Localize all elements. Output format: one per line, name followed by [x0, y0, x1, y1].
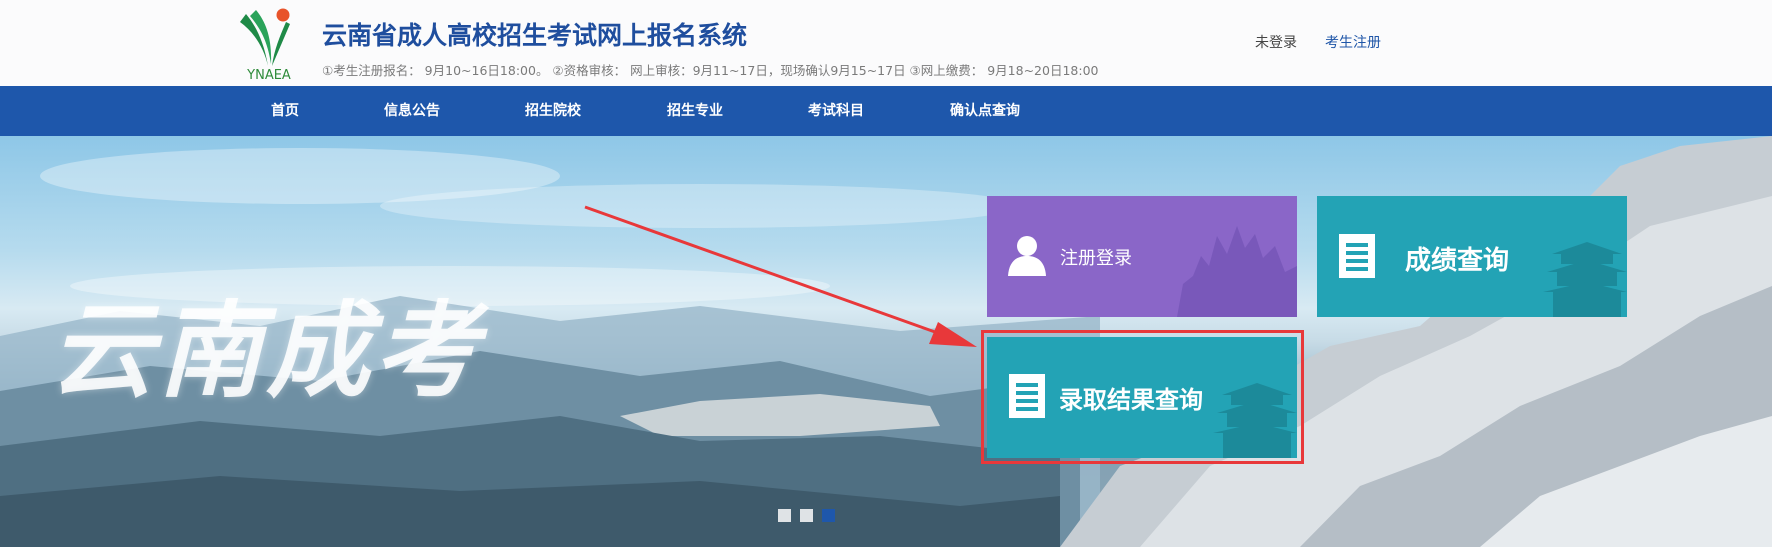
nav-item-institutions[interactable]: 招生院校 — [525, 86, 581, 136]
nav-item-subjects[interactable]: 考试科目 — [808, 86, 864, 136]
carousel-dot-1[interactable] — [778, 509, 791, 522]
ynaea-logo[interactable]: YNAEA — [234, 4, 304, 84]
score-query-tile[interactable]: 成绩查询 — [1317, 196, 1627, 317]
score-query-label: 成绩查询 — [1405, 246, 1510, 276]
nav-item-confirm-points[interactable]: 确认点查询 — [950, 86, 1020, 136]
logo-text: YNAEA — [247, 68, 291, 83]
main-nav: 首页 信息公告 招生院校 招生专业 考试科目 确认点查询 — [0, 86, 1772, 136]
user-icon — [1008, 236, 1046, 276]
login-status: 未登录 — [1255, 35, 1297, 51]
document-icon — [1339, 234, 1375, 278]
register-login-label: 注册登录 — [1060, 248, 1132, 269]
site-title: 云南省成人高校招生考试网上报名系统 — [322, 21, 748, 50]
site-header: YNAEA 云南省成人高校招生考试网上报名系统 ①考生注册报名： 9月10~16… — [0, 0, 1772, 86]
nav-item-home[interactable]: 首页 — [271, 86, 299, 136]
schedule-notice: ①考生注册报名： 9月10~16日18:00。 ②资格审核： 网上审核：9月11… — [322, 63, 1099, 78]
nav-item-announcements[interactable]: 信息公告 — [384, 86, 440, 136]
banner-calligraphy-text: 云南成考 — [50, 289, 483, 412]
register-link[interactable]: 考生注册 — [1325, 32, 1381, 52]
register-login-tile[interactable]: 注册登录 — [987, 196, 1297, 317]
admission-result-label: 录取结果查询 — [1059, 386, 1203, 414]
logo-emblem-icon — [240, 8, 290, 66]
carousel-dot-3-active[interactable] — [822, 509, 835, 522]
document-icon — [1009, 374, 1045, 418]
nav-item-majors[interactable]: 招生专业 — [667, 86, 723, 136]
carousel-dot-2[interactable] — [800, 509, 813, 522]
admission-result-tile[interactable]: 录取结果查询 — [987, 337, 1297, 458]
hero-banner: 云南成考 注册登录 成绩查询 录取结果查询 — [0, 136, 1772, 547]
